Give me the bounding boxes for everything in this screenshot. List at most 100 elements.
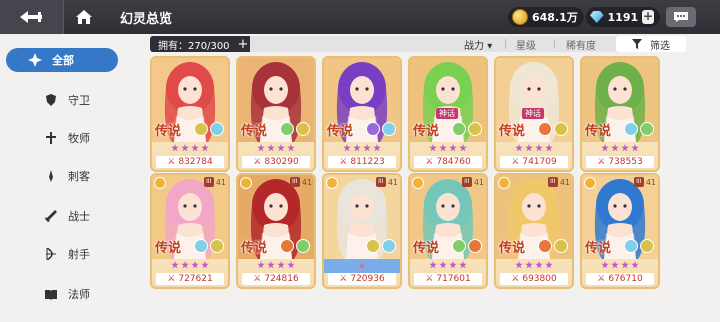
star-rating (152, 144, 228, 154)
star-icon (439, 144, 447, 152)
sort-by-power[interactable]: 战力 ▾ (464, 37, 492, 52)
crossed-swords-icon: ⚔ (167, 157, 176, 167)
hero-level: III 41 (203, 177, 226, 187)
sidebar-item-priest[interactable]: 牧师 (24, 126, 114, 150)
hero-card[interactable]: III 41 传说 ⚔ 724816 (236, 173, 316, 289)
element-icon (280, 239, 294, 253)
owned-count-box: 拥有：270/300 + (150, 36, 250, 52)
combat-power-value: 741709 (522, 157, 557, 167)
hero-card[interactable]: III 41 传说 ⚔ 717601 (408, 173, 488, 289)
crossed-swords-icon: ⚔ (339, 157, 348, 167)
class-icon (154, 177, 166, 189)
class-icon (240, 177, 252, 189)
add-gems-button[interactable]: + (642, 10, 654, 24)
hero-card[interactable]: 传说 ⚔ 811223 (322, 56, 402, 172)
rarity-badge: 传说 (499, 241, 526, 256)
shield-icon (44, 93, 58, 107)
sidebar-item-mage[interactable]: 法师 (24, 282, 114, 306)
sidebar-item-archer[interactable]: 射手 (24, 242, 114, 266)
element-icon (366, 122, 380, 136)
hero-level: III 41 (547, 177, 570, 187)
star-icon (515, 144, 523, 152)
star-icon (267, 261, 275, 269)
combat-power: ⚔ 832784 (156, 156, 224, 168)
sort-by-rarity[interactable]: 稀有度 (566, 37, 596, 52)
sidebar-item-label: 战士 (68, 210, 90, 223)
sidebar-item-all[interactable]: 全部 (6, 48, 118, 72)
star-icon (535, 261, 543, 269)
filter-button[interactable]: 筛选 (616, 36, 686, 52)
combat-power-value: 727621 (178, 274, 213, 284)
rarity-badge: 传说 (155, 124, 182, 139)
hero-card[interactable]: III 41 ⚔ 720936 (322, 173, 402, 289)
star-icon (601, 144, 609, 152)
star-rating (238, 261, 314, 271)
star-icon (449, 144, 457, 152)
combat-power-value: 784760 (436, 157, 471, 167)
crossed-swords-icon: ⚔ (167, 274, 176, 284)
star-icon (171, 144, 179, 152)
hero-card[interactable]: 神话 传说 ⚔ 741709 (494, 56, 574, 172)
home-button[interactable] (64, 0, 104, 34)
element-icon (366, 239, 380, 253)
chat-bubble-icon (674, 12, 688, 22)
combat-power: ⚔ 784760 (414, 156, 482, 168)
hero-card[interactable]: 传说 ⚔ 830290 (236, 56, 316, 172)
star-icon (358, 262, 366, 270)
sidebar-item-guardian[interactable]: 守卫 (24, 88, 114, 112)
star-icon (353, 144, 361, 152)
top-bar: 幻灵总览 648.1万 1191 + (0, 0, 720, 34)
hero-card[interactable]: 神话 传说 ⚔ 784760 (408, 56, 488, 172)
class-icon (412, 177, 424, 189)
combat-power: ⚔ 830290 (242, 156, 310, 168)
faction-icon (296, 239, 310, 253)
rarity-badge: 传说 (413, 124, 440, 139)
star-icon (525, 144, 533, 152)
rank-icon: III (375, 177, 386, 187)
sort-by-star[interactable]: 星级 (516, 37, 536, 52)
star-icon (611, 261, 619, 269)
star-icon (515, 261, 523, 269)
hero-card[interactable]: III 41 传说 ⚔ 693800 (494, 173, 574, 289)
hero-card[interactable]: 传说 ⚔ 738553 (580, 56, 660, 172)
hero-card[interactable]: III 41 传说 ⚔ 676710 (580, 173, 660, 289)
sidebar-item-warrior[interactable]: 战士 (24, 204, 114, 228)
element-icon (624, 239, 638, 253)
rarity-badge: 传说 (585, 124, 612, 139)
filter-label: 筛选 (650, 40, 670, 52)
dagger-icon (44, 169, 58, 183)
faction-icon (554, 239, 568, 253)
combat-power-value: 720936 (350, 274, 385, 284)
star-rating (582, 144, 658, 154)
star-icon (611, 144, 619, 152)
rarity-badge: 传说 (413, 241, 440, 256)
back-button[interactable] (0, 0, 64, 34)
gold-amount: 648.1万 (532, 11, 578, 24)
class-icon (498, 177, 510, 189)
star-icon (191, 144, 199, 152)
level-value: 41 (387, 177, 398, 187)
star-icon (277, 261, 285, 269)
chat-button[interactable] (666, 7, 696, 27)
hero-level: III 41 (461, 177, 484, 187)
star-burst-icon (28, 53, 42, 67)
home-icon (76, 10, 92, 24)
element-icon (194, 122, 208, 136)
faction-icon (296, 122, 310, 136)
class-icon (326, 177, 338, 189)
gem-counter: 1191 + (586, 7, 660, 27)
mythic-badge: 神话 (522, 108, 544, 119)
star-icon (545, 261, 553, 269)
gold-coin-icon (512, 9, 528, 25)
sidebar-item-assassin[interactable]: 刺客 (24, 164, 114, 188)
hero-card[interactable]: III 41 传说 ⚔ 727621 (150, 173, 230, 289)
hero-card[interactable]: 传说 ⚔ 832784 (150, 56, 230, 172)
element-icon (280, 122, 294, 136)
rarity-badge: 传说 (241, 241, 268, 256)
gem-amount: 1191 (607, 10, 639, 24)
expand-slots-button[interactable]: + (238, 37, 249, 52)
rarity-badge: 传说 (499, 124, 526, 139)
hero-level: III 41 (289, 177, 312, 187)
faction-icon (640, 239, 654, 253)
star-rating (324, 144, 400, 154)
